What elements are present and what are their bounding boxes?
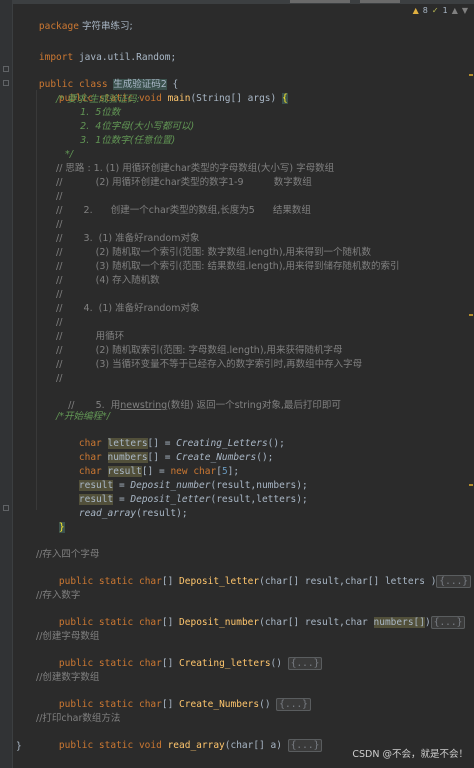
comment-link: newstring — [120, 400, 168, 411]
doc-line: 3. 1位数字(任意位置) — [56, 135, 176, 146]
code-line-read-array: read_array(result); — [78, 508, 188, 519]
fold-region-button[interactable]: {...} — [436, 575, 472, 588]
editor-scrollbar[interactable] — [468, 14, 474, 754]
comment-line: // (3) 当循环变量不等于已经存入的数字索引时,再数组中存入字母 — [56, 359, 363, 370]
fold-region-button[interactable]: {...} — [287, 657, 323, 670]
comment-line: //创建字母数组 — [36, 631, 100, 642]
weak-warning-count: 1 — [442, 6, 448, 15]
comment-line: // 5. 用newstring(数组) 返回一个string对象,最后打印即可 — [68, 400, 341, 411]
scroll-marker — [469, 74, 473, 76]
code-line-result: char result[] = new char[5]; — [78, 466, 240, 477]
fold-region-button[interactable]: {...} — [287, 739, 323, 752]
doc-line: /* 要求:生成验证码: — [56, 94, 140, 105]
comment-line: //存入数字 — [36, 590, 81, 601]
method-creating-letters[interactable]: public static char[] Creating_letters() … — [36, 644, 323, 670]
code-line-class-decl: public class 生成验证码2 { — [38, 79, 179, 90]
code-line-main-close: } — [36, 508, 65, 533]
watermark: CSDN @不会，就是不会！ — [352, 749, 468, 760]
comment-line: // — [56, 317, 63, 328]
code-line-letters: char letters[] = Creating_Letters(); — [78, 438, 285, 449]
comment-line: // 2. 创建一个char类型的数组,长度为5 结果数组 — [56, 205, 311, 216]
comment-line: // — [56, 289, 63, 300]
fold-marker-main-end[interactable] — [3, 505, 9, 511]
scroll-marker — [469, 484, 473, 486]
comment-line: // (2) 随机取一个索引(范围: 数字数组.length),用来得到一个随机… — [56, 247, 372, 258]
comment-line: // (2) 随机取索引(范围: 字母数组.length),用来获得随机字母 — [56, 345, 343, 356]
line-gutter[interactable] — [0, 0, 13, 768]
code-line-deposit-letter: result = Deposit_letter(result,letters); — [78, 494, 308, 505]
fold-marker-class[interactable] — [3, 66, 9, 72]
comment-line: //打印char数组方法 — [36, 713, 121, 724]
comment-line: //存入四个字母 — [36, 549, 100, 560]
tab-indicator-1[interactable] — [290, 0, 350, 3]
fold-region-button[interactable]: {...} — [276, 698, 311, 711]
fold-marker-main[interactable] — [3, 80, 9, 86]
comment-line: // 用循环 — [56, 331, 125, 342]
comment-line: // — [56, 191, 63, 202]
code-line-import: import java.util.Random; — [38, 52, 177, 63]
fold-region-button[interactable]: {...} — [430, 616, 466, 629]
code-line-package: package 字符串练习; — [38, 21, 133, 32]
code-line-numbers: char numbers[] = Create_Numbers(); — [78, 452, 274, 463]
code-line-class-close: } — [16, 741, 22, 752]
brace-match-close: } — [58, 522, 65, 533]
comment-line: // 3. (1) 准备好random对象 — [56, 233, 200, 244]
method-create-numbers[interactable]: public static char[] Create_Numbers() {.… — [36, 685, 311, 711]
tab-indicator-2[interactable] — [360, 0, 400, 3]
weak-warning-icon: ✓ — [431, 6, 439, 15]
start-comment: /*开始编程*/ — [56, 411, 110, 422]
comment-line: // (2) 用循环创建char类型的数字1-9 数字数组 — [56, 177, 312, 188]
method-deposit-number[interactable]: public static char[] Deposit_number(char… — [36, 603, 466, 629]
inspection-widget[interactable]: ▲ 8 ✓ 1 ▲ ▼ — [413, 6, 468, 15]
doc-line: */ — [56, 149, 74, 160]
doc-line: 2. 4位字母(大小写都可以) — [56, 121, 195, 132]
comment-line: // — [56, 373, 63, 384]
brace-match-open: { — [281, 93, 288, 104]
doc-line: 1. 5位数 — [56, 107, 121, 118]
indent-guide — [36, 90, 37, 510]
comment-line: // 4. (1) 准备好random对象 — [56, 303, 200, 314]
comment-line: // (4) 存入随机数 — [56, 275, 160, 286]
method-read-array[interactable]: public static void read_array(char[] a) … — [36, 726, 323, 752]
warning-count: 8 — [422, 6, 428, 15]
previous-highlight-icon[interactable]: ▲ — [452, 6, 458, 15]
method-deposit-letter[interactable]: public static char[] Deposit_letter(char… — [36, 562, 472, 588]
editor-tab-strip — [0, 0, 474, 4]
comment-line: // (3) 随机取一个索引(范围: 结果数组.length),用来得到储存随机… — [56, 261, 400, 272]
warning-icon: ▲ — [412, 6, 419, 15]
comment-line: // — [56, 219, 63, 230]
code-line-deposit-number: result = Deposit_number(result,numbers); — [78, 480, 308, 491]
code-line-main-decl: public static void main(String[] args) { — [58, 93, 288, 104]
scroll-marker — [469, 314, 473, 316]
comment-line: // 思路 : 1. (1) 用循环创建char类型的字母数组(大小写) 字母数… — [56, 163, 335, 174]
comment-line: //创建数字数组 — [36, 672, 100, 683]
